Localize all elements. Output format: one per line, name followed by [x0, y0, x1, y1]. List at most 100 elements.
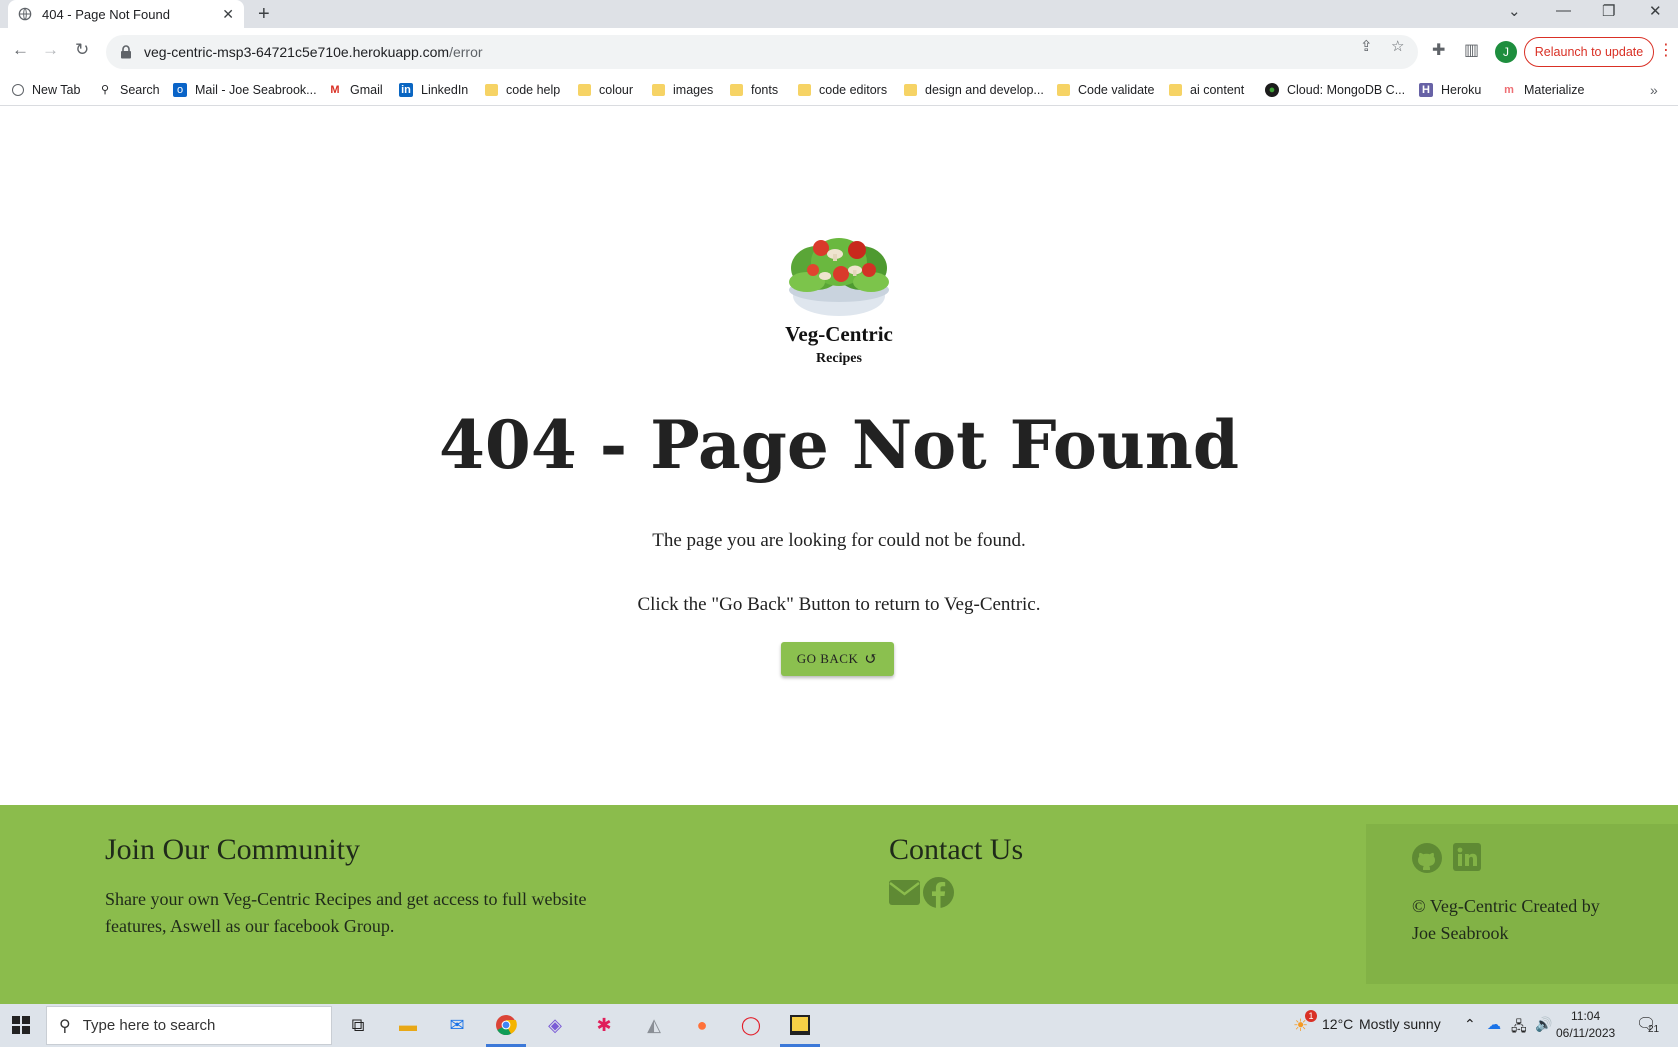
bookmark-folder-code-validate[interactable]: Code validate	[1057, 83, 1154, 97]
gimp-icon[interactable]: ◭	[641, 1012, 667, 1038]
windows-start-icon[interactable]	[12, 1016, 30, 1034]
folder-icon	[730, 84, 743, 96]
weather-desc: Mostly sunny	[1359, 1016, 1441, 1032]
browser-toolbar: ← → ↻ veg-centric-msp3-64721c5e710e.hero…	[0, 28, 1678, 76]
copyright-line-2: Joe Seabrook	[1412, 923, 1509, 943]
chrome-icon[interactable]	[493, 1012, 519, 1038]
go-back-button[interactable]: GO BACK ↺	[781, 642, 894, 676]
folder-icon	[485, 84, 498, 96]
folder-icon	[904, 84, 917, 96]
brand-name: Veg-Centric	[785, 322, 893, 346]
folder-icon	[798, 84, 811, 96]
menu-kebab-icon[interactable]: ⋮	[1658, 40, 1674, 60]
bookmark-folder-code-help[interactable]: code help	[485, 83, 560, 97]
community-title: Join Our Community	[105, 833, 361, 866]
site-footer: Join Our Community Share your own Veg-Ce…	[0, 805, 1678, 1004]
bookmark-star-icon[interactable]: ☆	[1391, 37, 1404, 55]
close-window-button[interactable]: ✕	[1649, 2, 1662, 20]
share-icon[interactable]: ⇪	[1360, 37, 1373, 55]
profile-avatar[interactable]: J	[1495, 41, 1517, 63]
bookmark-folder-fonts[interactable]: fonts	[730, 83, 778, 97]
tab-search-icon[interactable]: ⌄	[1508, 2, 1521, 20]
lock-icon	[121, 45, 131, 59]
notifications-icon[interactable]: 🗨 21	[1636, 1014, 1660, 1035]
envelope-icon[interactable]	[889, 880, 920, 905]
materialize-icon: m	[1504, 84, 1514, 96]
system-clock[interactable]: 11:04 06/11/2023	[1556, 1008, 1615, 1042]
clock-date: 06/11/2023	[1556, 1026, 1616, 1040]
return-instructions: Click the "Go Back" Button to return to …	[637, 594, 1041, 615]
minimize-button[interactable]: —	[1556, 2, 1571, 19]
bookmark-search[interactable]: ⚲ Search	[98, 83, 160, 97]
linkedin-icon[interactable]	[1453, 843, 1481, 871]
tab-title: 404 - Page Not Found	[42, 6, 170, 22]
file-explorer-icon[interactable]: ▬	[395, 1012, 421, 1038]
network-icon[interactable]: 🖧	[1511, 1016, 1527, 1040]
bookmark-mail[interactable]: o Mail - Joe Seabrook...	[173, 83, 317, 97]
footer-credits-panel: © Veg-Centric Created by Joe Seabrook	[1366, 824, 1678, 984]
bookmark-folder-colour[interactable]: colour	[578, 83, 633, 97]
gmail-icon: M	[330, 84, 340, 96]
back-button[interactable]: ←	[12, 40, 29, 60]
copilot-icon[interactable]: ◈	[542, 1012, 568, 1038]
contact-title: Contact Us	[889, 833, 1024, 866]
community-text-line-2: features, Aswell as our facebook Group.	[105, 916, 395, 936]
outlook-icon: o	[173, 83, 187, 97]
bookmark-folder-code-editors[interactable]: code editors	[798, 83, 887, 97]
opera-icon[interactable]: ◯	[738, 1012, 764, 1038]
bookmark-gmail[interactable]: M Gmail	[328, 83, 382, 97]
firefox-icon[interactable]: ●	[689, 1012, 715, 1038]
task-view-icon[interactable]: ⧉	[345, 1012, 371, 1038]
bookmark-heroku[interactable]: H Heroku	[1419, 83, 1481, 97]
mail-app-icon[interactable]: ✉	[444, 1012, 470, 1038]
slack-icon[interactable]: ✱	[591, 1012, 617, 1038]
notification-count: 21	[1648, 1024, 1660, 1035]
redo-icon: ↺	[864, 651, 879, 668]
relaunch-button[interactable]: Relaunch to update	[1524, 37, 1654, 67]
error-message: The page you are looking for could not b…	[652, 530, 1026, 551]
weather-icon[interactable]: ☀ 1	[1293, 1010, 1317, 1036]
folder-icon	[652, 84, 665, 96]
bookmark-folder-images[interactable]: images	[652, 83, 713, 97]
tab-active[interactable]: 404 - Page Not Found ✕	[8, 0, 244, 28]
bookmarks-bar: New Tab ⚲ Search o Mail - Joe Seabrook... …	[0, 76, 1678, 106]
folder-icon	[1169, 84, 1182, 96]
close-tab-icon[interactable]: ✕	[222, 6, 234, 23]
restore-button[interactable]: ❐	[1602, 2, 1615, 20]
side-panel-icon[interactable]: ▥	[1464, 40, 1479, 60]
taskbar-search-placeholder: Type here to search	[82, 1017, 216, 1034]
facebook-icon[interactable]	[923, 877, 954, 908]
community-text-line-1: Share your own Veg-Centric Recipes and g…	[105, 889, 587, 909]
new-tab-button[interactable]: +	[258, 3, 270, 26]
windows-taskbar: ⚲ Type here to search ⧉ ▬ ✉ ◈ ✱ ◭ ● ◯ ☀ 1…	[0, 1004, 1678, 1047]
github-icon[interactable]	[1412, 843, 1442, 873]
bookmark-materialize[interactable]: m Materialize	[1502, 83, 1584, 97]
onedrive-icon[interactable]: ☁	[1487, 1016, 1501, 1033]
site-logo[interactable]: Veg-Centric Recipes	[762, 224, 916, 367]
weather-temp: 12°C	[1322, 1016, 1354, 1032]
bookmark-new-tab[interactable]: New Tab	[12, 83, 80, 97]
folder-icon	[578, 84, 591, 96]
volume-icon[interactable]: 🔊	[1535, 1016, 1552, 1033]
clock-time: 11:04	[1571, 1009, 1601, 1023]
reload-button[interactable]: ↻	[75, 40, 89, 60]
globe-icon	[12, 84, 24, 96]
sticky-notes-icon[interactable]	[787, 1012, 813, 1038]
folder-icon	[1057, 84, 1070, 96]
address-bar[interactable]: veg-centric-msp3-64721c5e710e.herokuapp.…	[106, 35, 1418, 69]
taskbar-search-input[interactable]: ⚲ Type here to search	[46, 1006, 332, 1045]
page-title: 404 - Page Not Found	[438, 406, 1240, 484]
bookmark-linkedin[interactable]: in LinkedIn	[399, 83, 468, 97]
forward-button[interactable]: →	[42, 40, 59, 60]
weather-badge: 1	[1305, 1010, 1317, 1022]
globe-icon	[18, 7, 32, 21]
bookmark-mongodb[interactable]: ● Cloud: MongoDB C...	[1265, 83, 1405, 97]
more-bookmarks-icon[interactable]: »	[1650, 82, 1658, 98]
bookmark-folder-design[interactable]: design and develop...	[904, 83, 1044, 97]
brand-subtitle: Recipes	[816, 351, 862, 366]
chevron-up-icon[interactable]: ⌃	[1464, 1016, 1476, 1033]
page-content: Veg-Centric Recipes 404 - Page Not Found…	[0, 106, 1678, 1004]
bookmark-folder-ai-content[interactable]: ai content	[1169, 83, 1244, 97]
extensions-icon[interactable]: ✚	[1432, 40, 1445, 60]
linkedin-icon: in	[399, 83, 413, 97]
